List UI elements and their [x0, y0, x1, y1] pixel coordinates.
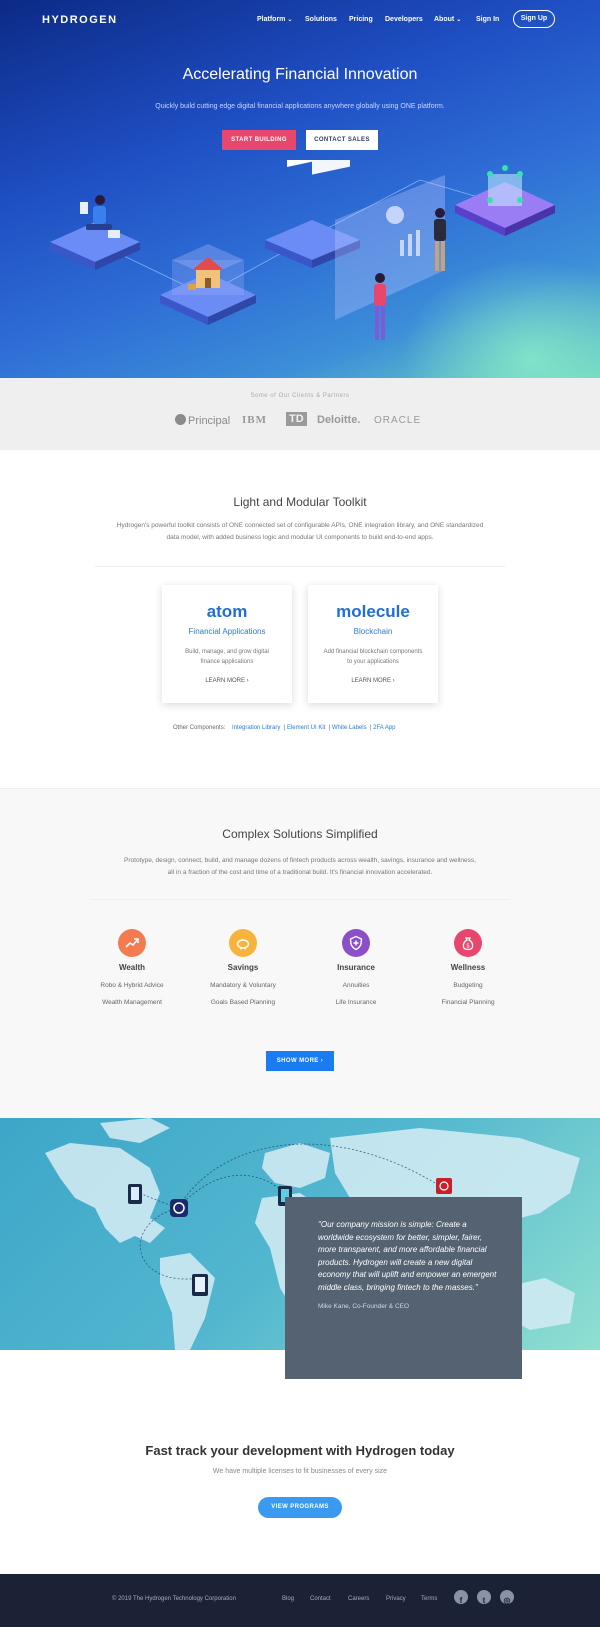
solution-item[interactable]: Life Insurance [301, 999, 411, 1006]
instagram-icon[interactable]: ◎ [500, 1590, 514, 1605]
chevron-down-icon: ⌄ [456, 17, 462, 23]
white-labels-link[interactable]: White Labels [332, 725, 367, 731]
element-ui-kit-link[interactable]: Element UI Kit [287, 725, 325, 731]
learn-more-link[interactable]: LEARN MORE › [308, 678, 438, 684]
principal-icon [175, 414, 186, 425]
solution-name: Wealth [118, 963, 146, 972]
nav-developers[interactable]: Developers [385, 16, 423, 23]
hero-illustration [50, 160, 555, 340]
footer-contact-link[interactable]: Contact [310, 1596, 331, 1602]
solution-wealth[interactable]: Wealth Robo & Hybrid Advice Wealth Manag… [77, 929, 187, 1006]
nav-sign-in[interactable]: Sign In [476, 16, 499, 23]
atom-logo: atom [206, 602, 248, 621]
ibm-logo: IBM [242, 414, 267, 426]
hero-subtitle: Quickly build cutting edge digital finan… [155, 103, 445, 110]
solution-wellness[interactable]: $ Wellness Budgeting Financial Planning [413, 929, 523, 1006]
solutions-description: Prototype, design, connect, build, and m… [124, 857, 476, 876]
chevron-right-icon: › [320, 1058, 324, 1064]
facebook-icon[interactable]: f [454, 1590, 468, 1605]
top-nav: HYDROGEN Platform ⌄ Solutions Pricing Dev… [0, 10, 600, 30]
solutions-title: Complex Solutions Simplified [222, 827, 378, 841]
solution-savings[interactable]: Savings Mandatory & Voluntary Goals Base… [188, 929, 298, 1006]
chevron-down-icon: ⌄ [287, 17, 293, 23]
testimonial-author: Mike Kane, Co-Founder & CEO [318, 1303, 410, 1310]
solution-item[interactable]: Wealth Management [77, 999, 187, 1006]
toolkit-title: Light and Modular Toolkit [233, 495, 367, 509]
solution-item[interactable]: Annuities [301, 982, 411, 989]
piggy-bank-icon [229, 929, 257, 957]
hero-section: HYDROGEN Platform ⌄ Solutions Pricing Dev… [0, 0, 600, 378]
atom-card[interactable]: atom Financial Applications Build, manag… [162, 585, 292, 703]
solution-item[interactable]: Robo & Hybrid Advice [77, 982, 187, 989]
start-building-button[interactable]: START BUILDING [222, 130, 296, 150]
continent-greenland [100, 1118, 170, 1143]
footer-careers-link[interactable]: Careers [348, 1596, 369, 1602]
logo[interactable]: HYDROGEN [42, 14, 118, 26]
view-programs-button[interactable]: VIEW PROGRAMS [258, 1497, 342, 1518]
molecule-logo: molecule [336, 602, 410, 621]
learn-more-link[interactable]: LEARN MORE › [162, 678, 292, 684]
continent-north-america [45, 1143, 165, 1243]
deloitte-logo: Deloitte. [317, 414, 361, 426]
card-description: Add financial blockchain components to y… [323, 649, 423, 665]
cta-subtitle: We have multiple licenses to fit busines… [212, 1468, 388, 1475]
flag-marker-icon [436, 1178, 452, 1194]
oracle-logo: ORACLE [374, 415, 422, 426]
footer-privacy-link[interactable]: Privacy [386, 1596, 406, 1602]
td-logo: TD [286, 412, 307, 426]
nav-solutions[interactable]: Solutions [305, 16, 337, 23]
solution-item[interactable]: Financial Planning [413, 999, 523, 1006]
2fa-app-link[interactable]: 2FA App [373, 725, 395, 731]
chevron-right-icon: › [392, 678, 395, 684]
integration-library-link[interactable]: Integration Library [232, 725, 280, 731]
solution-name: Insurance [337, 963, 375, 972]
testimonial-card: "Our company mission is simple: Create a… [285, 1197, 522, 1379]
money-bag-icon: $ [454, 929, 482, 957]
divider [95, 566, 505, 567]
solution-item[interactable]: Mandatory & Voluntary [188, 982, 298, 989]
solution-insurance[interactable]: Insurance Annuities Life Insurance [301, 929, 411, 1006]
footer-blog-link[interactable]: Blog [282, 1596, 294, 1602]
principal-logo: Principal [175, 414, 230, 427]
twitter-icon[interactable]: t [477, 1590, 491, 1605]
testimonial-quote: "Our company mission is simple: Create a… [318, 1220, 497, 1292]
nav-about[interactable]: About ⌄ [434, 16, 461, 23]
other-components: Other Components: Integration Library | … [173, 725, 396, 731]
solution-name: Wellness [450, 963, 486, 972]
clients-label: Some of Our Clients & Partners [250, 393, 350, 399]
app-marker-icon [170, 1199, 188, 1217]
show-more-button[interactable]: SHOW MORE › [266, 1051, 334, 1071]
solution-item[interactable]: Budgeting [413, 982, 523, 989]
svg-text:$: $ [466, 942, 470, 949]
solution-item[interactable]: Goals Based Planning [188, 999, 298, 1006]
hero-title: Accelerating Financial Innovation [182, 66, 418, 83]
sign-up-button[interactable]: Sign Up [513, 10, 555, 28]
continent-south-america [160, 1253, 215, 1350]
card-subtitle: Financial Applications [188, 627, 266, 636]
chevron-right-icon: › [246, 678, 249, 684]
platform-right [455, 165, 555, 236]
solution-name: Savings [227, 963, 259, 972]
copyright: © 2019 The Hydrogen Technology Corporati… [112, 1596, 236, 1602]
card-subtitle: Blockchain [353, 627, 393, 636]
solutions-section: Complex Solutions Simplified Prototype, … [0, 788, 600, 1118]
other-components-label: Other Components: [173, 725, 226, 731]
footer: © 2019 The Hydrogen Technology Corporati… [0, 1574, 600, 1627]
divider [90, 899, 510, 900]
cta-title: Fast track your development with Hydroge… [145, 1443, 455, 1458]
contact-sales-button[interactable]: CONTACT SALES [306, 130, 378, 150]
clients-section: Some of Our Clients & Partners Principal… [0, 378, 600, 450]
continent-europe [262, 1143, 330, 1188]
molecule-card[interactable]: molecule Blockchain Add financial blockc… [308, 585, 438, 703]
footer-terms-link[interactable]: Terms [421, 1596, 437, 1602]
toolkit-description: Hydrogen's powerful toolkit consists of … [116, 522, 484, 541]
platform-house [160, 244, 256, 325]
chart-up-icon [118, 929, 146, 957]
card-description: Build, manage, and grow digital finance … [185, 649, 269, 665]
nav-platform[interactable]: Platform ⌄ [257, 16, 292, 23]
dashboard-screens [335, 175, 445, 320]
shield-icon [342, 929, 370, 957]
nav-pricing[interactable]: Pricing [349, 16, 373, 23]
